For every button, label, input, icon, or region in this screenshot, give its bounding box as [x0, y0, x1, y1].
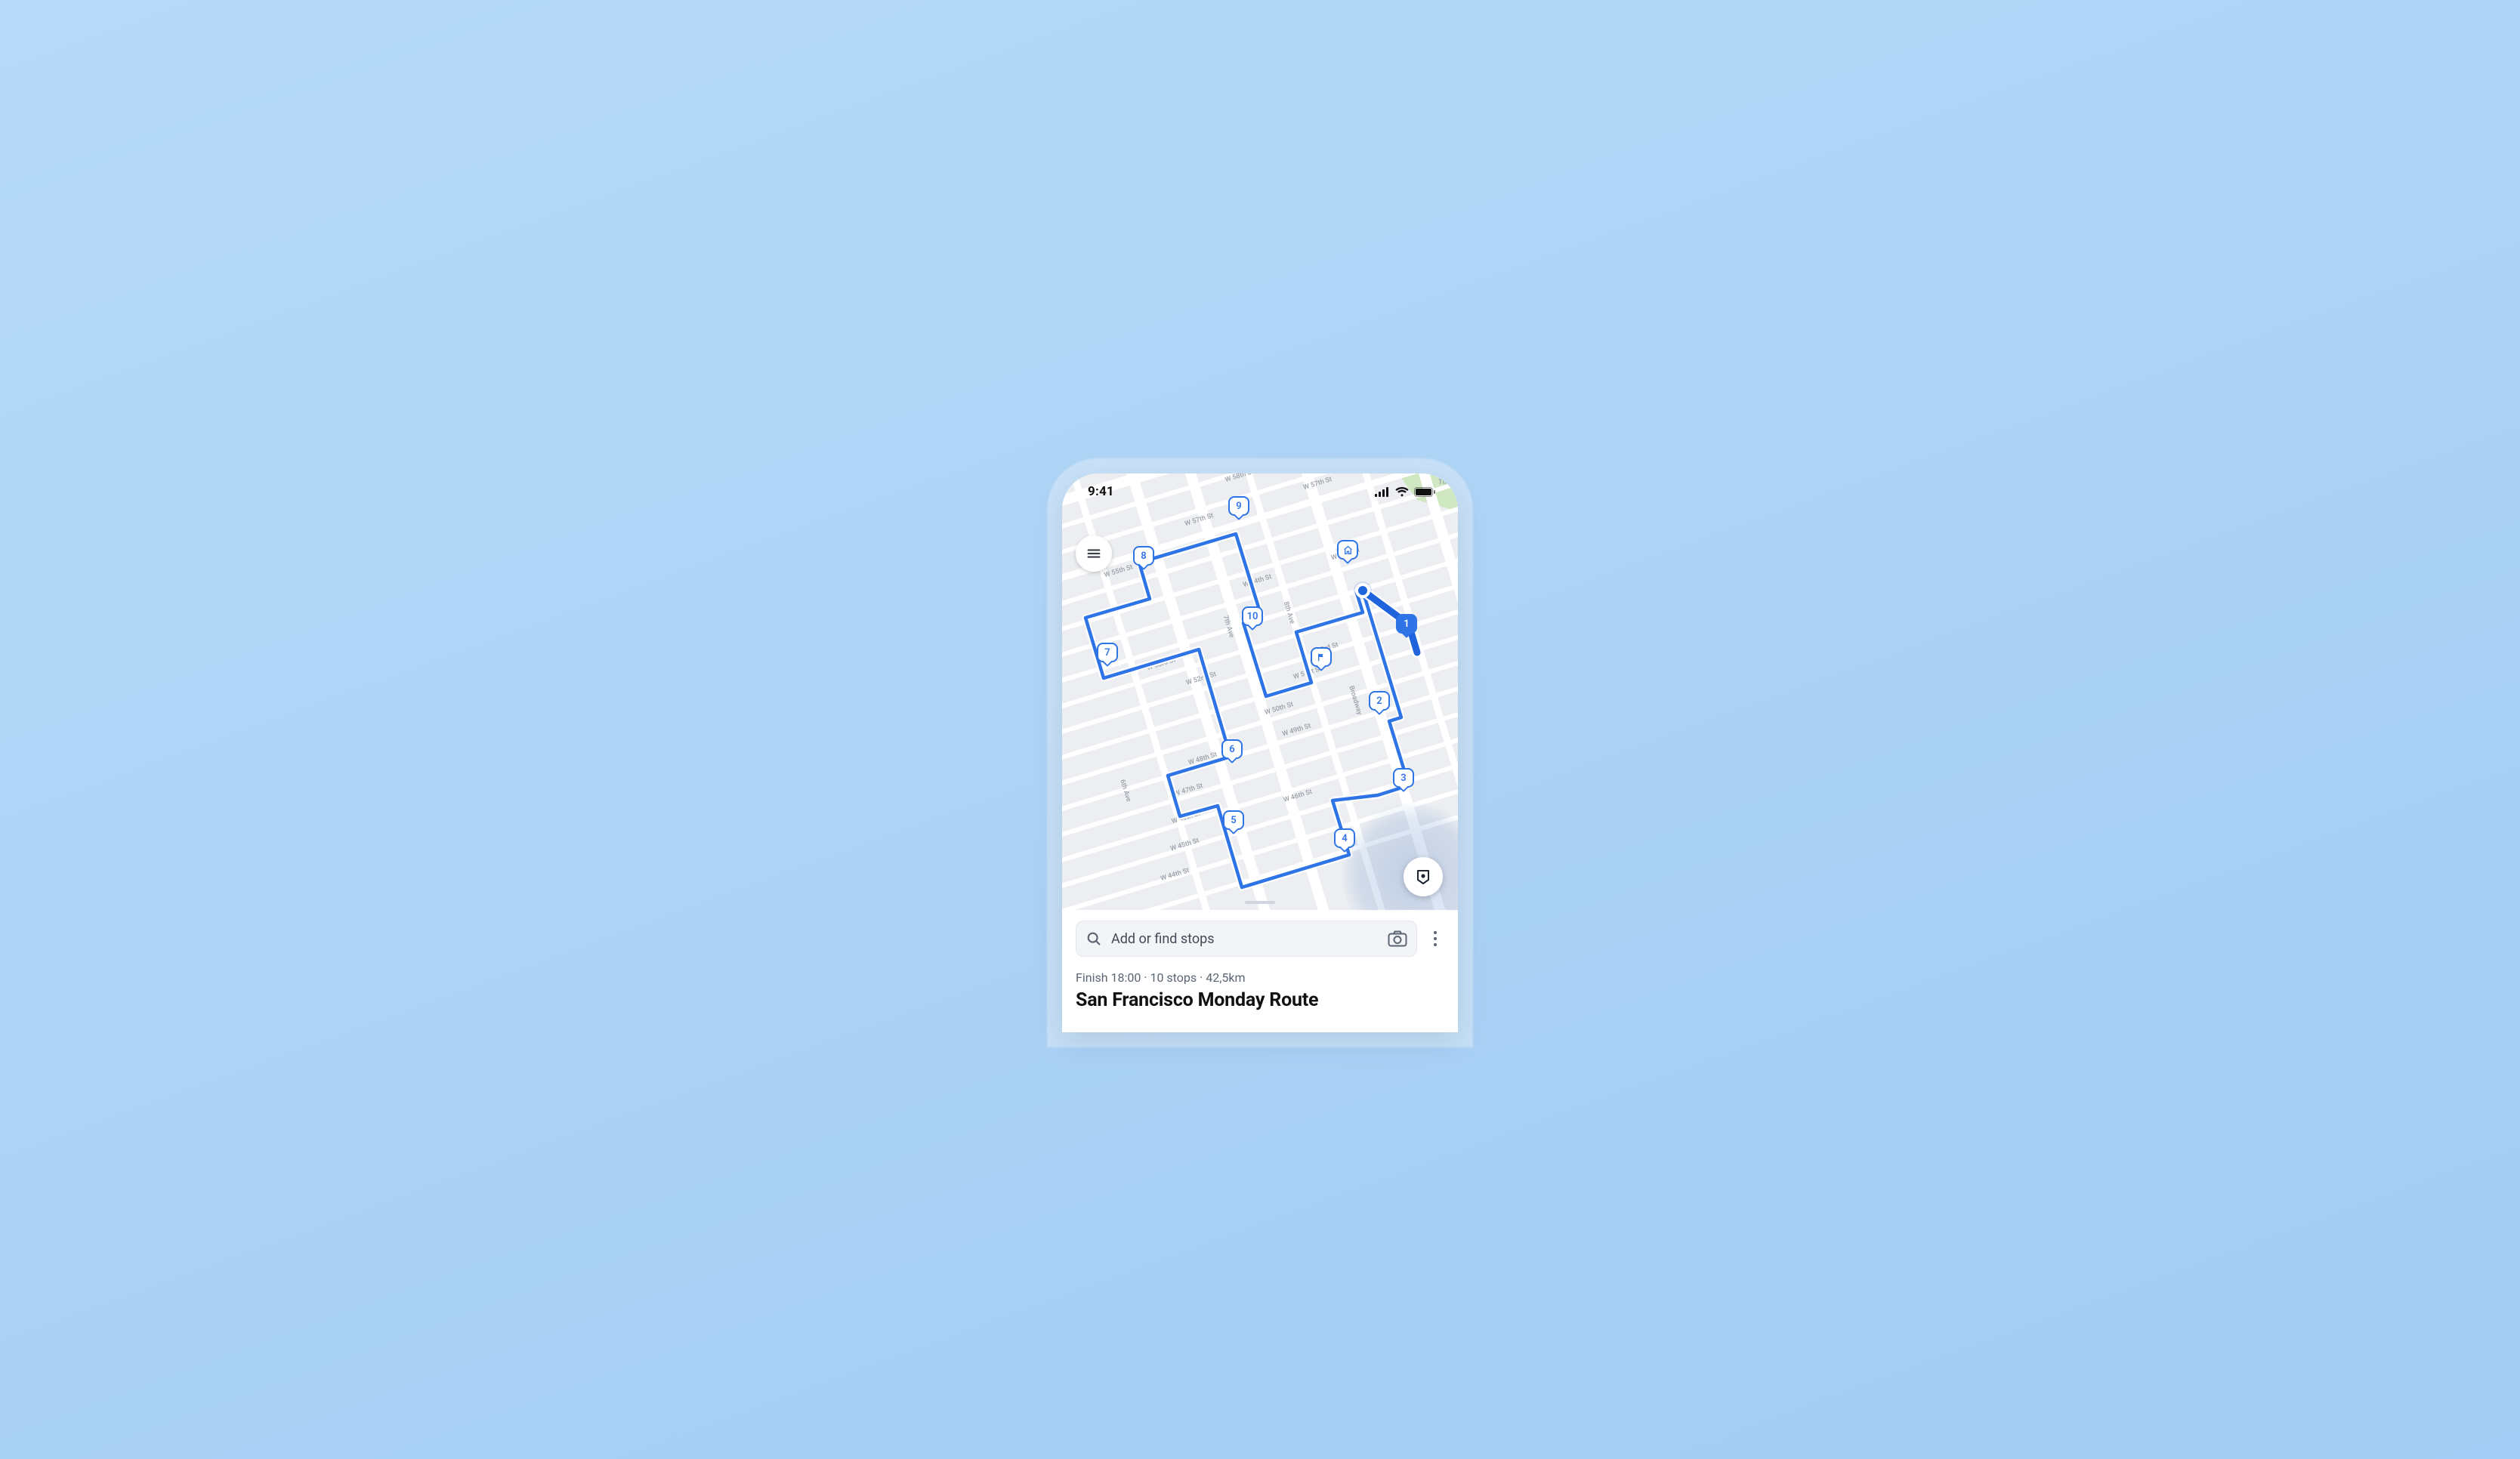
map-pin-5[interactable]: 5 — [1223, 810, 1244, 834]
flag-icon — [1317, 652, 1326, 662]
street-grid: The Pla — [1062, 473, 1458, 910]
pin-label: 3 — [1401, 773, 1406, 784]
pin-label: 1 — [1404, 618, 1409, 630]
status-time: 9:41 — [1088, 484, 1114, 499]
pin-label: 2 — [1376, 696, 1382, 707]
dot-icon — [1434, 943, 1437, 946]
search-placeholder: Add or find stops — [1111, 931, 1379, 947]
stop-count: 10 stops — [1150, 970, 1197, 985]
map-pin-1[interactable]: 1 — [1396, 614, 1417, 638]
map-pin-3[interactable]: 3 — [1393, 768, 1414, 792]
bottom-sheet[interactable]: Add or find stops Finish 18:00 · 10 stop… — [1062, 910, 1458, 1032]
search-row: Add or find stops — [1076, 921, 1444, 957]
map-pin-finish[interactable] — [1311, 647, 1332, 671]
hamburger-icon — [1086, 545, 1102, 562]
search-input[interactable]: Add or find stops — [1076, 921, 1417, 957]
add-pin-button[interactable] — [1404, 857, 1443, 896]
map-viewport[interactable]: The Pla — [1062, 473, 1458, 910]
map-pin-2[interactable]: 2 — [1369, 691, 1390, 715]
route-distance: 42,5km — [1206, 970, 1245, 985]
finish-time: Finish 18:00 — [1076, 970, 1141, 985]
map-pin-10[interactable]: 10 — [1242, 606, 1263, 631]
wifi-icon — [1395, 487, 1409, 497]
pin-label: 5 — [1231, 815, 1236, 826]
phone-screen: The Pla — [1062, 473, 1458, 1032]
pin-label: 10 — [1247, 611, 1258, 622]
stage: The Pla — [701, 423, 1819, 1036]
camera-icon[interactable] — [1388, 930, 1407, 947]
sheet-handle[interactable] — [1245, 901, 1275, 904]
pin-label: 6 — [1229, 744, 1234, 755]
map-pin-6[interactable]: 6 — [1221, 739, 1243, 763]
pin-label: 8 — [1141, 551, 1146, 562]
map-pin-4[interactable]: 4 — [1334, 828, 1355, 853]
overflow-menu-button[interactable] — [1426, 922, 1444, 955]
battery-icon — [1414, 487, 1435, 497]
add-pin-icon — [1414, 868, 1432, 886]
map-pin-8[interactable]: 8 — [1133, 546, 1154, 570]
map-pin-7[interactable]: 7 — [1097, 643, 1118, 667]
menu-button[interactable] — [1076, 535, 1112, 572]
phone-frame: The Pla — [1062, 473, 1458, 1032]
svg-text:W 44th St: W 44th St — [1160, 867, 1190, 883]
dot-icon — [1434, 931, 1437, 934]
svg-text:Broadway: Broadway — [1347, 685, 1363, 716]
status-icons — [1375, 487, 1435, 497]
home-icon — [1343, 545, 1353, 555]
route-title: San Francisco Monday Route — [1076, 989, 1444, 1011]
cellular-icon — [1375, 487, 1390, 497]
user-location-dot — [1355, 583, 1370, 598]
map-pin-home[interactable] — [1337, 540, 1358, 564]
status-bar: 9:41 — [1062, 473, 1458, 510]
pin-label: 7 — [1104, 647, 1110, 659]
route-meta: Finish 18:00 · 10 stops · 42,5km — [1076, 970, 1444, 985]
search-icon — [1086, 930, 1102, 947]
dot-icon — [1434, 937, 1437, 940]
pin-label: 4 — [1342, 833, 1347, 844]
